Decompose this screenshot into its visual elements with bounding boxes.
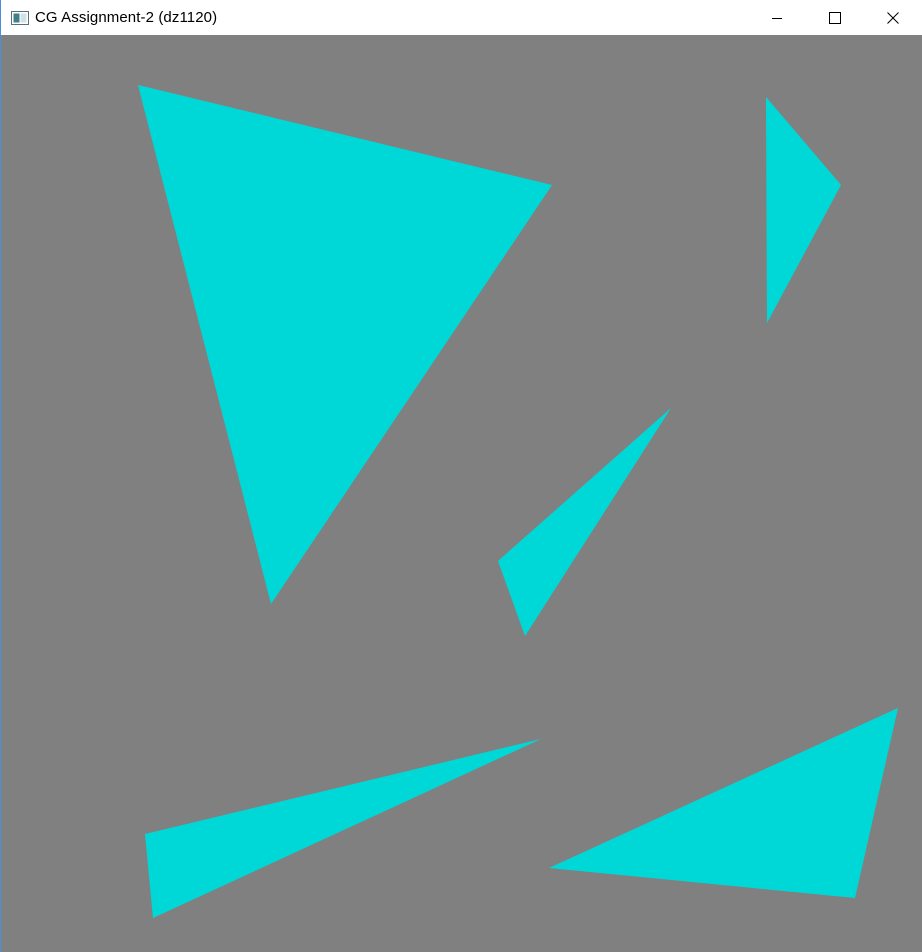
window-title: CG Assignment-2 (dz1120) bbox=[35, 9, 218, 26]
title-bar[interactable]: CG Assignment-2 (dz1120) bbox=[1, 0, 922, 35]
minimize-icon bbox=[772, 17, 782, 19]
triangle-center bbox=[498, 408, 671, 636]
triangle-bottom-left bbox=[145, 739, 541, 918]
close-icon bbox=[887, 11, 899, 24]
window-app-icon bbox=[11, 10, 29, 25]
minimize-button[interactable] bbox=[748, 0, 806, 35]
triangle-top-right bbox=[766, 97, 841, 323]
window-controls bbox=[748, 0, 922, 35]
maximize-icon bbox=[829, 11, 841, 24]
maximize-button[interactable] bbox=[806, 0, 864, 35]
triangle-large-left bbox=[138, 85, 552, 604]
triangle-bottom-right bbox=[549, 708, 898, 898]
close-button[interactable] bbox=[864, 0, 922, 35]
render-canvas[interactable] bbox=[1, 35, 922, 952]
triangles-drawing bbox=[138, 85, 898, 918]
app-window: CG Assignment-2 (dz1120) bbox=[0, 0, 922, 952]
